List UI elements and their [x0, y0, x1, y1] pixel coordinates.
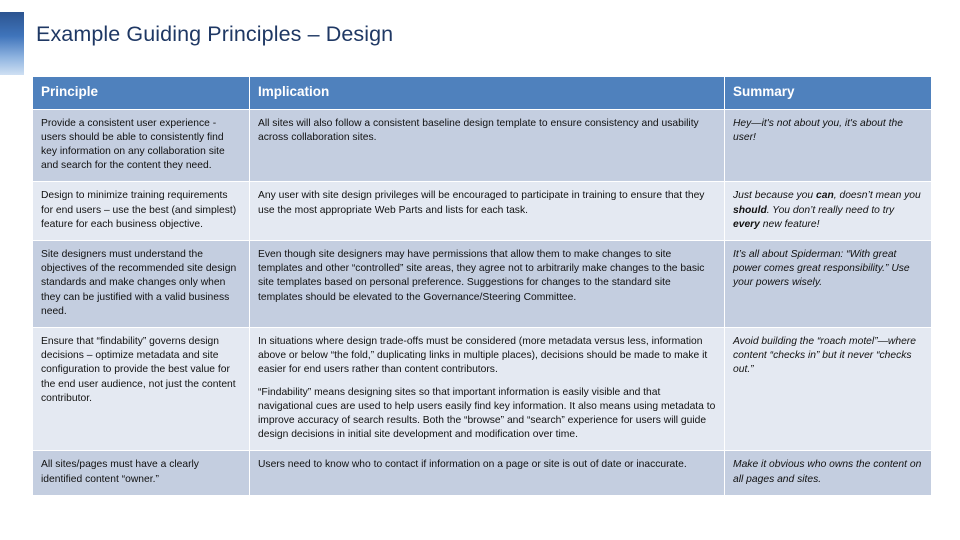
- summary-emphasis: every: [733, 218, 760, 230]
- cell-summary: Avoid building the “roach motel”—where c…: [725, 328, 931, 451]
- implication-paragraph: Any user with site design privileges wil…: [258, 190, 705, 216]
- cell-implication: In situations where design trade-offs mu…: [250, 328, 724, 451]
- decorative-accent-bar: [0, 12, 24, 75]
- cell-summary: Just because you can, doesn’t mean you s…: [725, 182, 931, 241]
- cell-implication: Users need to know who to contact if inf…: [250, 451, 724, 495]
- table-row: All sites/pages must have a clearly iden…: [33, 451, 931, 495]
- summary-text: Avoid building the “roach motel”—where c…: [733, 336, 916, 376]
- summary-text: It’s all about Spiderman: “With great po…: [733, 249, 910, 289]
- cell-summary: Hey—it's not about you, it's about the u…: [725, 109, 931, 182]
- principles-table: Principle Implication Summary Provide a …: [32, 76, 932, 496]
- implication-paragraph: In situations where design trade-offs mu…: [258, 336, 708, 376]
- cell-implication: Even though site designers may have perm…: [250, 241, 724, 328]
- summary-text: new feature!: [759, 218, 820, 230]
- summary-text: Make it obvious who owns the content on …: [733, 459, 922, 485]
- cell-summary: It’s all about Spiderman: “With great po…: [725, 241, 931, 328]
- page-title: Example Guiding Principles – Design: [36, 22, 394, 46]
- slide-footer: [0, 532, 960, 540]
- table-row: Design to minimize training requirements…: [33, 182, 931, 241]
- cell-principle: All sites/pages must have a clearly iden…: [33, 451, 249, 495]
- cell-principle: Ensure that “findability” governs design…: [33, 328, 249, 451]
- column-header-summary: Summary: [725, 77, 931, 109]
- principles-table-container: Principle Implication Summary Provide a …: [32, 76, 932, 496]
- implication-paragraph: Users need to know who to contact if inf…: [258, 459, 687, 471]
- cell-principle: Design to minimize training requirements…: [33, 182, 249, 241]
- table-body: Provide a consistent user experience - u…: [33, 109, 931, 495]
- summary-text: Just because you: [733, 190, 816, 202]
- column-header-implication: Implication: [250, 77, 724, 109]
- summary-text: , doesn’t mean you: [833, 190, 921, 202]
- summary-emphasis: should: [733, 204, 767, 216]
- implication-paragraph: All sites will also follow a consistent …: [258, 117, 699, 143]
- table-row: Ensure that “findability” governs design…: [33, 328, 931, 451]
- column-header-principle: Principle: [33, 77, 249, 109]
- cell-implication: Any user with site design privileges wil…: [250, 182, 724, 241]
- cell-principle: Site designers must understand the objec…: [33, 241, 249, 328]
- table-header-row: Principle Implication Summary: [33, 77, 931, 109]
- cell-principle: Provide a consistent user experience - u…: [33, 109, 249, 182]
- table-header: Principle Implication Summary: [33, 77, 931, 109]
- table-row: Site designers must understand the objec…: [33, 241, 931, 328]
- summary-text: Hey—it's not about you, it's about the u…: [733, 117, 903, 143]
- cell-summary: Make it obvious who owns the content on …: [725, 451, 931, 495]
- cell-implication: All sites will also follow a consistent …: [250, 109, 724, 182]
- summary-text: . You don’t really need to try: [766, 204, 895, 216]
- implication-paragraph: Even though site designers may have perm…: [258, 249, 705, 303]
- implication-paragraph: “Findability” means designing sites so t…: [258, 386, 716, 441]
- summary-emphasis: can: [816, 190, 834, 202]
- table-row: Provide a consistent user experience - u…: [33, 109, 931, 182]
